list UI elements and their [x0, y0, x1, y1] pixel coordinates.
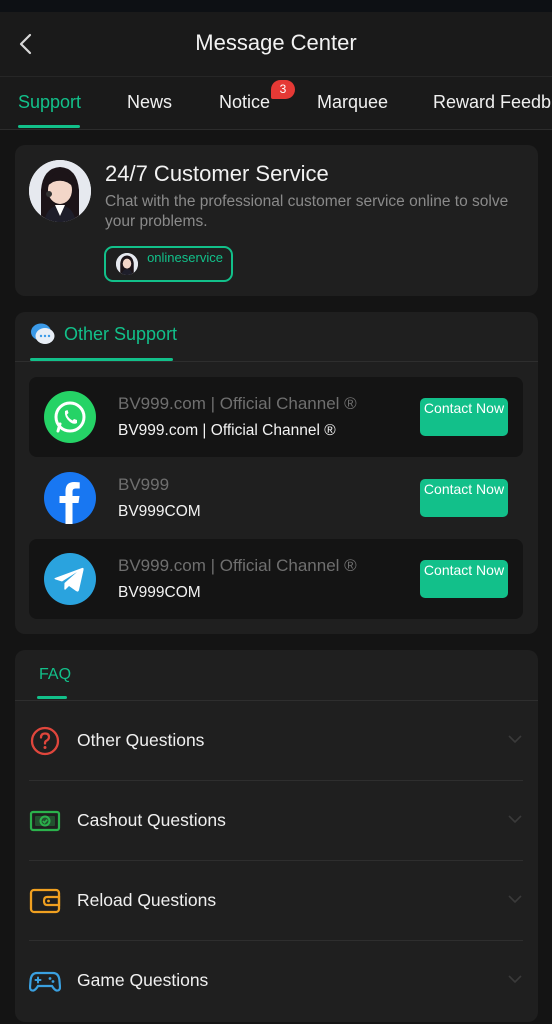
status-bar [0, 0, 552, 12]
channel-row-telegram: BV999.com | Official Channel ® BV999COM … [29, 539, 523, 619]
faq-item-cashout[interactable]: Cashout Questions [29, 781, 523, 861]
contact-now-button[interactable]: Contact Now [420, 560, 508, 598]
faq-item-label: Cashout Questions [77, 810, 226, 830]
faq-indicator [37, 696, 67, 699]
other-support-header: Other Support [30, 322, 177, 346]
faq-card: FAQ Other Questions Cashout Questions Re… [15, 650, 538, 1022]
other-support-heading: Other Support [64, 323, 178, 344]
online-service-label: onlineservice [147, 250, 223, 265]
customer-service-title: 24/7 Customer Service [105, 161, 329, 186]
agent-avatar [29, 160, 91, 222]
cash-icon [29, 806, 61, 836]
divider [15, 361, 538, 362]
tab-support[interactable]: Support [18, 92, 81, 113]
customer-service-card: 24/7 Customer Service Chat with the prof… [15, 145, 538, 296]
question-icon [29, 726, 61, 756]
chevron-down-icon [508, 975, 522, 984]
channel-name: BV999.com | Official Channel ® [118, 394, 357, 413]
tab-reward-feedback[interactable]: Reward Feedb [433, 92, 551, 113]
faq-heading: FAQ [39, 666, 72, 683]
chat-bubble-icon [31, 323, 55, 344]
faq-item-label: Reload Questions [77, 890, 217, 910]
wallet-icon [29, 886, 61, 916]
chevron-down-icon [508, 895, 522, 904]
channel-row-facebook: BV999 BV999COM Contact Now [29, 458, 523, 538]
faq-item-other[interactable]: Other Questions [29, 701, 523, 781]
other-support-card: Other Support BV999.com | Official Chann… [15, 312, 538, 634]
channel-row-whatsapp: BV999.com | Official Channel ® BV999.com… [29, 377, 523, 457]
channel-subtitle: BV999COM [118, 503, 201, 520]
channel-name: BV999 [118, 475, 170, 494]
channel-subtitle: BV999.com | Official Channel ® [118, 422, 336, 439]
channel-subtitle: BV999COM [118, 584, 201, 601]
header: Message Center [0, 12, 552, 76]
contact-now-button[interactable]: Contact Now [420, 398, 508, 436]
page-title: Message Center [195, 30, 357, 55]
active-tab-indicator [18, 125, 80, 128]
faq-item-reload[interactable]: Reload Questions [29, 861, 523, 941]
chevron-down-icon [508, 815, 522, 824]
faq-item-label: Game Questions [77, 970, 209, 990]
telegram-icon [44, 553, 96, 605]
tab-bar: Support News Notice 3 Marquee Reward Fee… [0, 76, 552, 130]
facebook-icon [44, 472, 96, 524]
channel-name: BV999.com | Official Channel ® [118, 556, 357, 575]
notice-badge: 3 [271, 80, 295, 99]
faq-item-label: Other Questions [77, 730, 205, 750]
online-service-avatar [116, 253, 138, 275]
tab-notice[interactable]: Notice [219, 92, 270, 113]
chevron-down-icon [508, 735, 522, 744]
tab-marquee[interactable]: Marquee [317, 92, 388, 113]
faq-item-game[interactable]: Game Questions [29, 941, 523, 1021]
tab-news[interactable]: News [127, 92, 172, 113]
gamepad-icon [29, 966, 61, 996]
online-service-button[interactable]: onlineservice [104, 246, 233, 282]
whatsapp-icon [44, 391, 96, 443]
customer-service-description: Chat with the professional customer serv… [105, 193, 509, 230]
contact-now-button[interactable]: Contact Now [420, 479, 508, 517]
